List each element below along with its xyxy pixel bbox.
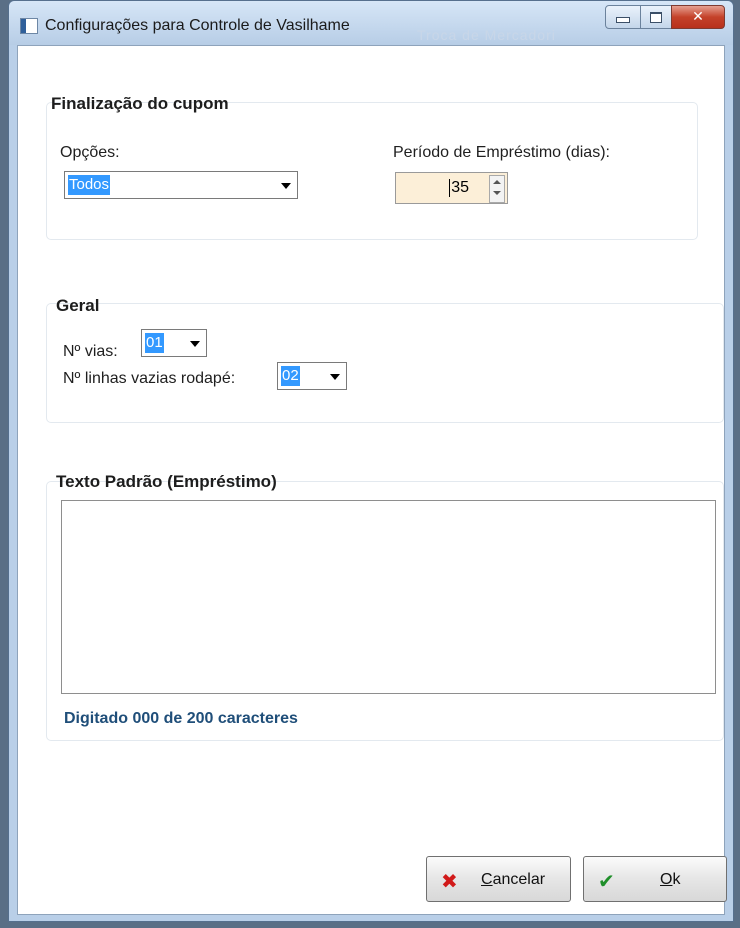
window-controls: ✕ — [605, 5, 725, 29]
chevron-down-icon — [330, 374, 340, 380]
chevron-down-icon — [190, 341, 200, 347]
dialog-content: Finalização do cupom Opções: Todos Perío… — [17, 45, 727, 915]
background-window-title: Troca de Mercadori — [417, 27, 556, 43]
window-title: Configurações para Controle de Vasilhame — [45, 17, 350, 34]
finalizacao-title: Finalização do cupom — [51, 94, 229, 113]
title-bar[interactable]: Configurações para Controle de Vasilhame… — [9, 1, 733, 45]
linhas-selected-value: 02 — [281, 366, 300, 386]
texto-title: Texto Padrão (Empréstimo) — [56, 472, 277, 491]
spin-up-icon[interactable] — [493, 180, 501, 184]
opcoes-dropdown[interactable]: Todos — [64, 171, 298, 199]
geral-group — [46, 303, 724, 423]
close-icon: ✕ — [692, 9, 704, 25]
ok-label: Ok — [660, 871, 681, 888]
opcoes-selected-value: Todos — [68, 175, 111, 195]
chevron-down-icon — [281, 183, 291, 189]
checkmark-icon: ✔ — [598, 869, 615, 893]
cross-icon: ✖ — [441, 869, 458, 893]
periodo-spinner[interactable]: 35 — [395, 172, 508, 204]
linhas-dropdown[interactable]: 02 — [277, 362, 347, 390]
vias-dropdown[interactable]: 01 — [141, 329, 207, 357]
maximize-icon — [650, 11, 662, 23]
dialog-window: Configurações para Controle de Vasilhame… — [8, 0, 734, 922]
spin-down-icon[interactable] — [493, 191, 501, 195]
cancel-label: Cancelar — [481, 871, 546, 888]
ok-button[interactable]: ✔ Ok — [583, 856, 727, 902]
opcoes-label: Opções: — [60, 144, 120, 161]
texto-padrao-textarea[interactable] — [61, 500, 716, 694]
periodo-value: 35 — [449, 179, 469, 197]
vias-selected-value: 01 — [145, 333, 164, 353]
minimize-button[interactable] — [605, 5, 641, 29]
geral-title: Geral — [56, 296, 100, 315]
maximize-button[interactable] — [640, 5, 672, 29]
character-counter: Digitado 000 de 200 caracteres — [64, 710, 298, 727]
vias-label: Nº vias: — [63, 343, 118, 360]
close-button[interactable]: ✕ — [671, 5, 725, 29]
cancel-button[interactable]: ✖ Cancelar — [426, 856, 571, 902]
minimize-icon — [616, 17, 630, 23]
periodo-label: Período de Empréstimo (dias): — [393, 144, 610, 161]
app-icon — [20, 18, 38, 34]
spin-buttons[interactable] — [489, 175, 505, 203]
linhas-label: Nº linhas vazias rodapé: — [63, 370, 236, 387]
